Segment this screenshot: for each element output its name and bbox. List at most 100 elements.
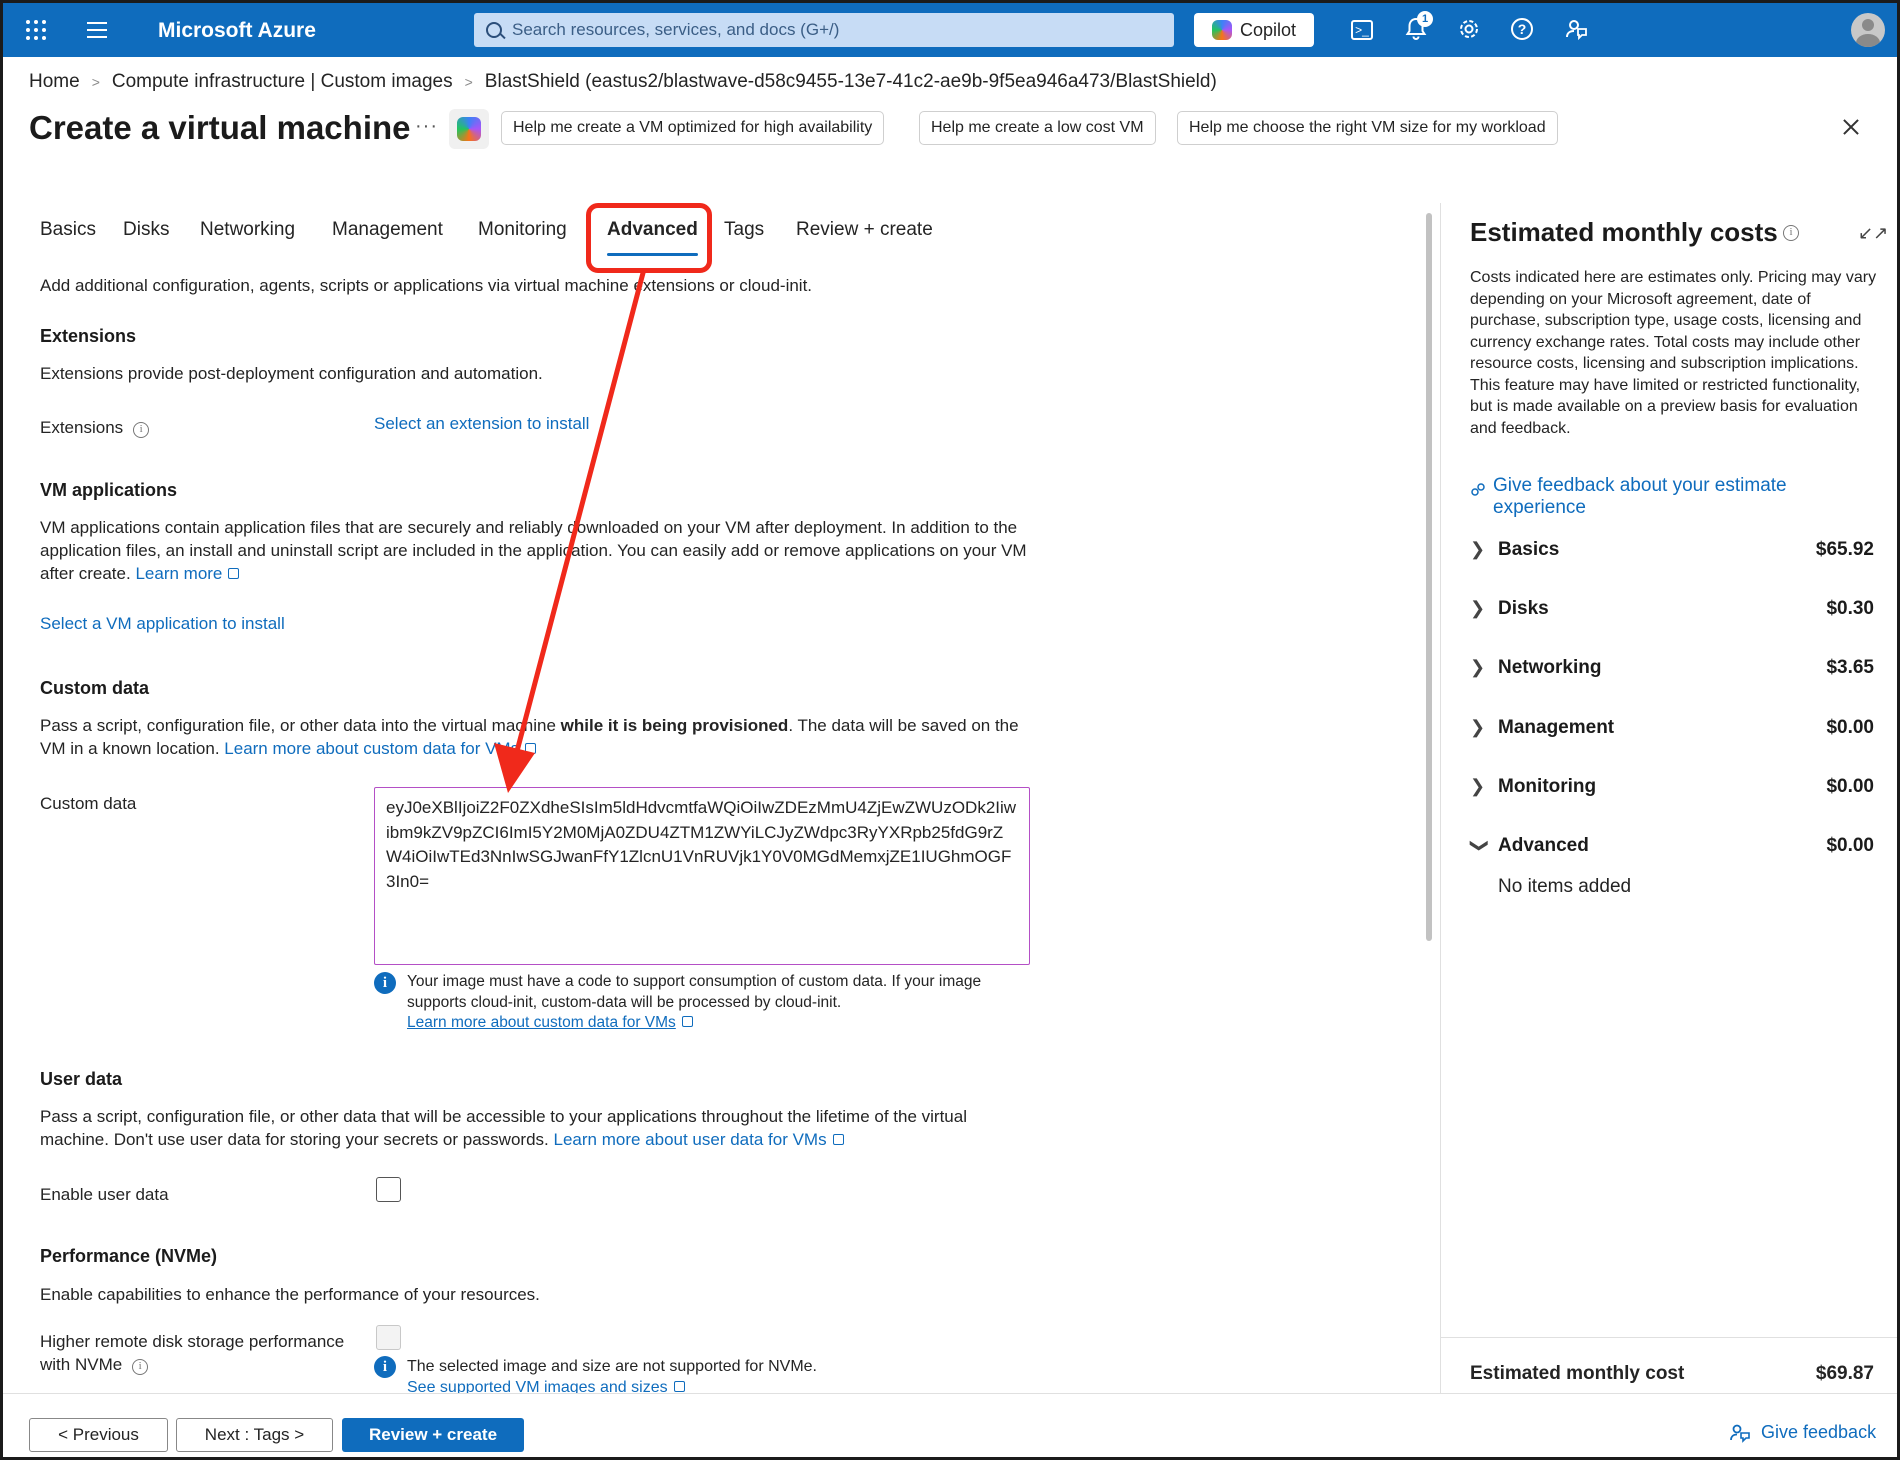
estimate-feedback-text: Give feedback about your estimate experi… <box>1493 475 1787 518</box>
collapse-icon[interactable]: ↙↗ <box>1858 223 1888 244</box>
search-box[interactable] <box>474 13 1174 47</box>
give-feedback-text: Give feedback <box>1761 1422 1877 1442</box>
cost-row-amount: $0.30 <box>1826 598 1874 619</box>
feedback-icon <box>1471 483 1485 496</box>
estimate-feedback-link[interactable]: Give feedback about your estimate experi… <box>1470 475 1810 519</box>
cost-description: Costs indicated here are estimates only.… <box>1470 269 1877 437</box>
tab-tags[interactable]: Tags <box>724 219 764 241</box>
custom-data-desc-bold: while it is being provisioned <box>560 716 789 735</box>
copilot-suggest-button[interactable] <box>449 109 489 149</box>
settings-gear-icon[interactable] <box>1456 17 1482 43</box>
app-launcher-icon[interactable] <box>23 17 49 43</box>
cost-row-amount: $3.65 <box>1826 657 1874 678</box>
custom-data-label: Custom data <box>40 794 137 813</box>
custom-data-note-text: Your image must have a code to support c… <box>407 973 982 1011</box>
extensions-description: Extensions provide post-deployment confi… <box>40 364 543 383</box>
custom-data-heading: Custom data <box>40 678 150 698</box>
brand-name[interactable]: Microsoft Azure <box>158 19 316 43</box>
extensions-label-row: Extensions i <box>40 416 150 439</box>
tab-networking[interactable]: Networking <box>200 219 295 241</box>
search-icon <box>486 22 502 38</box>
cost-row-monitoring[interactable]: ❯ Monitoring $0.00 <box>1470 774 1874 804</box>
nvme-note-text: The selected image and size are not supp… <box>407 1358 817 1375</box>
cost-total-amount: $69.87 <box>1815 1363 1874 1384</box>
chevron-right-icon: ❯ <box>1470 717 1486 737</box>
cost-panel-title: Estimated monthly costs <box>1470 217 1778 247</box>
notification-badge: 1 <box>1417 11 1433 27</box>
chevron-down-icon: ❯ <box>1470 837 1491 854</box>
user-avatar[interactable] <box>1851 13 1885 47</box>
select-vm-application-link[interactable]: Select a VM application to install <box>40 612 285 635</box>
review-create-button[interactable]: Review + create <box>342 1418 524 1452</box>
custom-data-learn-more-link[interactable]: Learn more about custom data for VMs <box>224 739 537 758</box>
svg-text:?: ? <box>1518 21 1527 37</box>
cost-row-advanced[interactable]: ❯ Advanced $0.00 <box>1470 833 1874 863</box>
breadcrumb-custom-images[interactable]: Compute infrastructure | Custom images <box>112 71 453 93</box>
copilot-button[interactable]: Copilot <box>1194 13 1314 47</box>
cost-row-basics[interactable]: ❯ Basics $65.92 <box>1470 537 1874 567</box>
custom-data-note-link-text: Learn more about custom data for VMs <box>407 1014 676 1031</box>
tab-disks[interactable]: Disks <box>123 219 169 241</box>
vm-applications-learn-more-link[interactable]: Learn more <box>135 564 240 583</box>
close-icon[interactable] <box>1839 115 1863 139</box>
suggestion-chip-vm-size[interactable]: Help me choose the right VM size for my … <box>1177 111 1558 145</box>
vm-applications-heading: VM applications <box>40 480 178 500</box>
suggestion-chip-low-cost[interactable]: Help me create a low cost VM <box>919 111 1156 145</box>
extensions-label: Extensions <box>40 418 124 437</box>
cost-row-label: Management <box>1498 717 1615 738</box>
enable-user-data-checkbox[interactable] <box>376 1177 401 1202</box>
give-feedback-link[interactable]: Give feedback <box>1729 1422 1876 1443</box>
advanced-no-items: No items added <box>1498 876 1632 897</box>
custom-data-learn-more-text: Learn more about custom data for VMs <box>224 739 520 758</box>
cloud-shell-icon[interactable]: >_ <box>1351 20 1373 40</box>
info-icon[interactable]: i <box>132 1359 149 1375</box>
info-icon[interactable]: i <box>133 422 150 438</box>
tab-basics[interactable]: Basics <box>40 219 96 241</box>
previous-button[interactable]: < Previous <box>29 1418 168 1452</box>
tab-monitoring[interactable]: Monitoring <box>478 219 567 241</box>
vm-applications-learn-more-text: Learn more <box>135 564 223 583</box>
search-input[interactable] <box>512 20 1152 40</box>
vm-applications-description: VM applications contain application file… <box>40 516 1030 585</box>
chevron-right-icon: > <box>91 74 100 90</box>
breadcrumb-home[interactable]: Home <box>29 71 80 93</box>
cost-row-disks[interactable]: ❯ Disks $0.30 <box>1470 596 1874 626</box>
performance-description: Enable capabilities to enhance the perfo… <box>40 1285 540 1304</box>
select-extension-link[interactable]: Select an extension to install <box>374 412 589 435</box>
scrollbar-thumb[interactable] <box>1426 213 1432 941</box>
annotation-highlight-box <box>586 203 712 273</box>
copilot-icon <box>457 117 481 141</box>
azure-portal-window: Microsoft Azure Copilot >_ 1 ? Home > Co… <box>0 0 1900 1460</box>
cost-row-label: Advanced <box>1498 835 1589 856</box>
menu-icon[interactable] <box>87 22 107 38</box>
notifications-icon[interactable]: 1 <box>1403 11 1433 43</box>
custom-data-note-link[interactable]: Learn more about custom data for VMs <box>407 1014 676 1031</box>
custom-data-textarea[interactable]: eyJ0eXBlIjoiZ2F0ZXdheSIsIm5ldHdvcmtfaWQi… <box>374 787 1030 965</box>
suggestion-chip-high-availability[interactable]: Help me create a VM optimized for high a… <box>501 111 885 145</box>
chevron-right-icon: > <box>464 74 473 90</box>
tab-review-create[interactable]: Review + create <box>796 219 933 241</box>
cost-row-label: Networking <box>1498 657 1602 678</box>
performance-heading: Performance (NVMe) <box>40 1246 218 1266</box>
cost-row-label: Monitoring <box>1498 776 1597 797</box>
cost-row-networking[interactable]: ❯ Networking $3.65 <box>1470 655 1874 685</box>
chevron-right-icon: ❯ <box>1470 539 1486 559</box>
external-link-icon <box>228 568 240 579</box>
info-icon: i <box>374 972 396 994</box>
cost-row-amount: $0.00 <box>1826 835 1874 856</box>
more-options-icon[interactable]: ··· <box>415 115 438 138</box>
cost-total-label: Estimated monthly cost <box>1470 1363 1685 1384</box>
feedback-icon[interactable] <box>1563 17 1589 43</box>
next-tags-button[interactable]: Next : Tags > <box>176 1418 333 1452</box>
nvme-label-line1: Higher remote disk storage performance <box>40 1332 345 1351</box>
copilot-label: Copilot <box>1239 19 1297 40</box>
breadcrumb-blastshield[interactable]: BlastShield (eastus2/blastwave-d58c9455-… <box>485 71 1217 93</box>
cost-panel: Estimated monthly costs i ↙↗ Costs indic… <box>1440 203 1897 1393</box>
tab-management[interactable]: Management <box>332 219 443 241</box>
copilot-icon <box>1211 20 1232 40</box>
cost-row-management[interactable]: ❯ Management $0.00 <box>1470 715 1874 745</box>
custom-data-description: Pass a script, configuration file, or ot… <box>40 714 1030 760</box>
user-data-learn-more-link[interactable]: Learn more about user data for VMs <box>554 1130 844 1149</box>
info-icon[interactable]: i <box>1783 225 1799 241</box>
help-icon[interactable]: ? <box>1509 17 1535 43</box>
